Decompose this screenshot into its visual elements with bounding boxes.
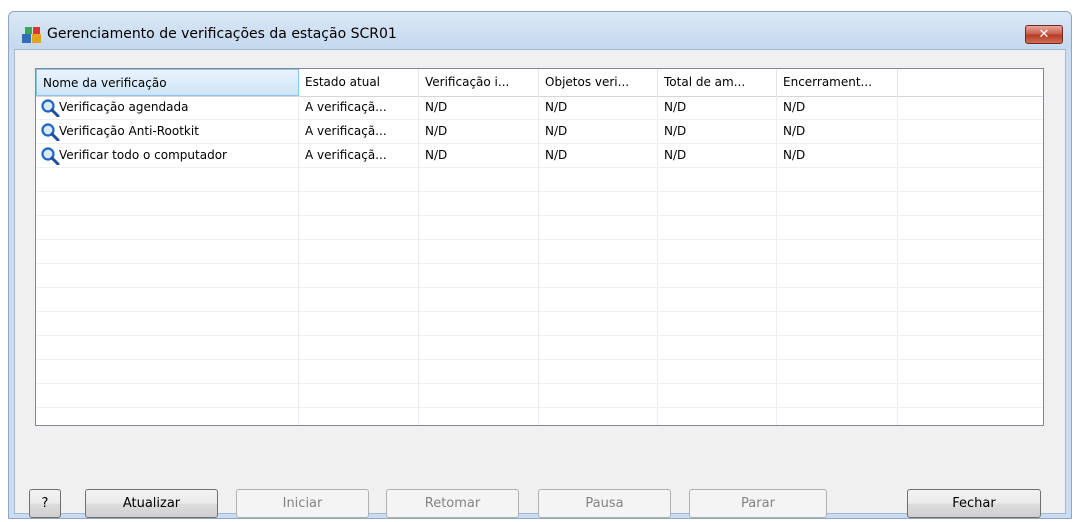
empty-row <box>36 384 1043 408</box>
threats-cell: N/D <box>664 100 687 114</box>
empty-row <box>36 288 1043 312</box>
scan-name-cell: Verificação Anti-Rootkit <box>59 124 199 138</box>
empty-row <box>36 360 1043 384</box>
column-header-end[interactable]: Encerrament... <box>777 69 898 96</box>
close-icon: ✕ <box>1038 27 1050 42</box>
column-header-scan-name[interactable]: Nome da verificação <box>36 69 299 96</box>
dialog-client-area: Nome da verificação Estado atual Verific… <box>14 49 1066 518</box>
table-row[interactable]: Verificação agendada A verificaçã... N/D… <box>36 96 1043 120</box>
objects-cell: N/D <box>545 100 568 114</box>
table-row[interactable]: Verificar todo o computador A verificaçã… <box>36 144 1043 168</box>
window-title: Gerenciamento de verificações da estação… <box>47 26 397 42</box>
close-window-button[interactable]: ✕ <box>1025 25 1063 44</box>
scan-name-cell: Verificar todo o computador <box>59 148 227 162</box>
empty-row <box>36 240 1043 264</box>
empty-row <box>36 336 1043 360</box>
refresh-button[interactable]: Atualizar <box>85 489 218 518</box>
end-cell: N/D <box>783 124 806 138</box>
state-cell: A verificaçã... <box>305 148 387 162</box>
start-cell: N/D <box>425 124 448 138</box>
state-cell: A verificaçã... <box>305 100 387 114</box>
state-cell: A verificaçã... <box>305 124 387 138</box>
objects-cell: N/D <box>545 148 568 162</box>
column-header-current-state[interactable]: Estado atual <box>299 69 419 96</box>
start-button[interactable]: Iniciar <box>236 489 369 518</box>
threats-cell: N/D <box>664 148 687 162</box>
end-cell: N/D <box>783 148 806 162</box>
empty-row <box>36 192 1043 216</box>
empty-row <box>36 168 1043 192</box>
start-cell: N/D <box>425 148 448 162</box>
avg-logo-icon <box>22 27 41 43</box>
column-header-objects-scanned[interactable]: Objetos veri... <box>539 69 658 96</box>
end-cell: N/D <box>783 100 806 114</box>
objects-cell: N/D <box>545 124 568 138</box>
empty-row <box>36 264 1043 288</box>
list-header: Nome da verificação Estado atual Verific… <box>36 69 1043 97</box>
resume-button[interactable]: Retomar <box>386 489 519 518</box>
pause-button[interactable]: Pausa <box>538 489 671 518</box>
stop-button[interactable]: Parar <box>689 489 827 518</box>
column-header-scan-start[interactable]: Verificação i... <box>419 69 539 96</box>
dialog-window: Gerenciamento de verificações da estação… <box>8 11 1072 519</box>
table-row[interactable]: Verificação Anti-Rootkit A verificaçã...… <box>36 120 1043 144</box>
scan-name-cell: Verificação agendada <box>59 100 189 114</box>
start-cell: N/D <box>425 100 448 114</box>
close-button[interactable]: Fechar <box>907 489 1041 518</box>
empty-row <box>36 408 1043 425</box>
title-bar[interactable]: Gerenciamento de verificações da estação… <box>9 12 1071 49</box>
threats-cell: N/D <box>664 124 687 138</box>
empty-row <box>36 216 1043 240</box>
scan-list[interactable]: Nome da verificação Estado atual Verific… <box>35 68 1044 426</box>
column-header-total-threats[interactable]: Total de am... <box>658 69 777 96</box>
help-button[interactable]: ? <box>29 489 61 518</box>
empty-row <box>36 312 1043 336</box>
